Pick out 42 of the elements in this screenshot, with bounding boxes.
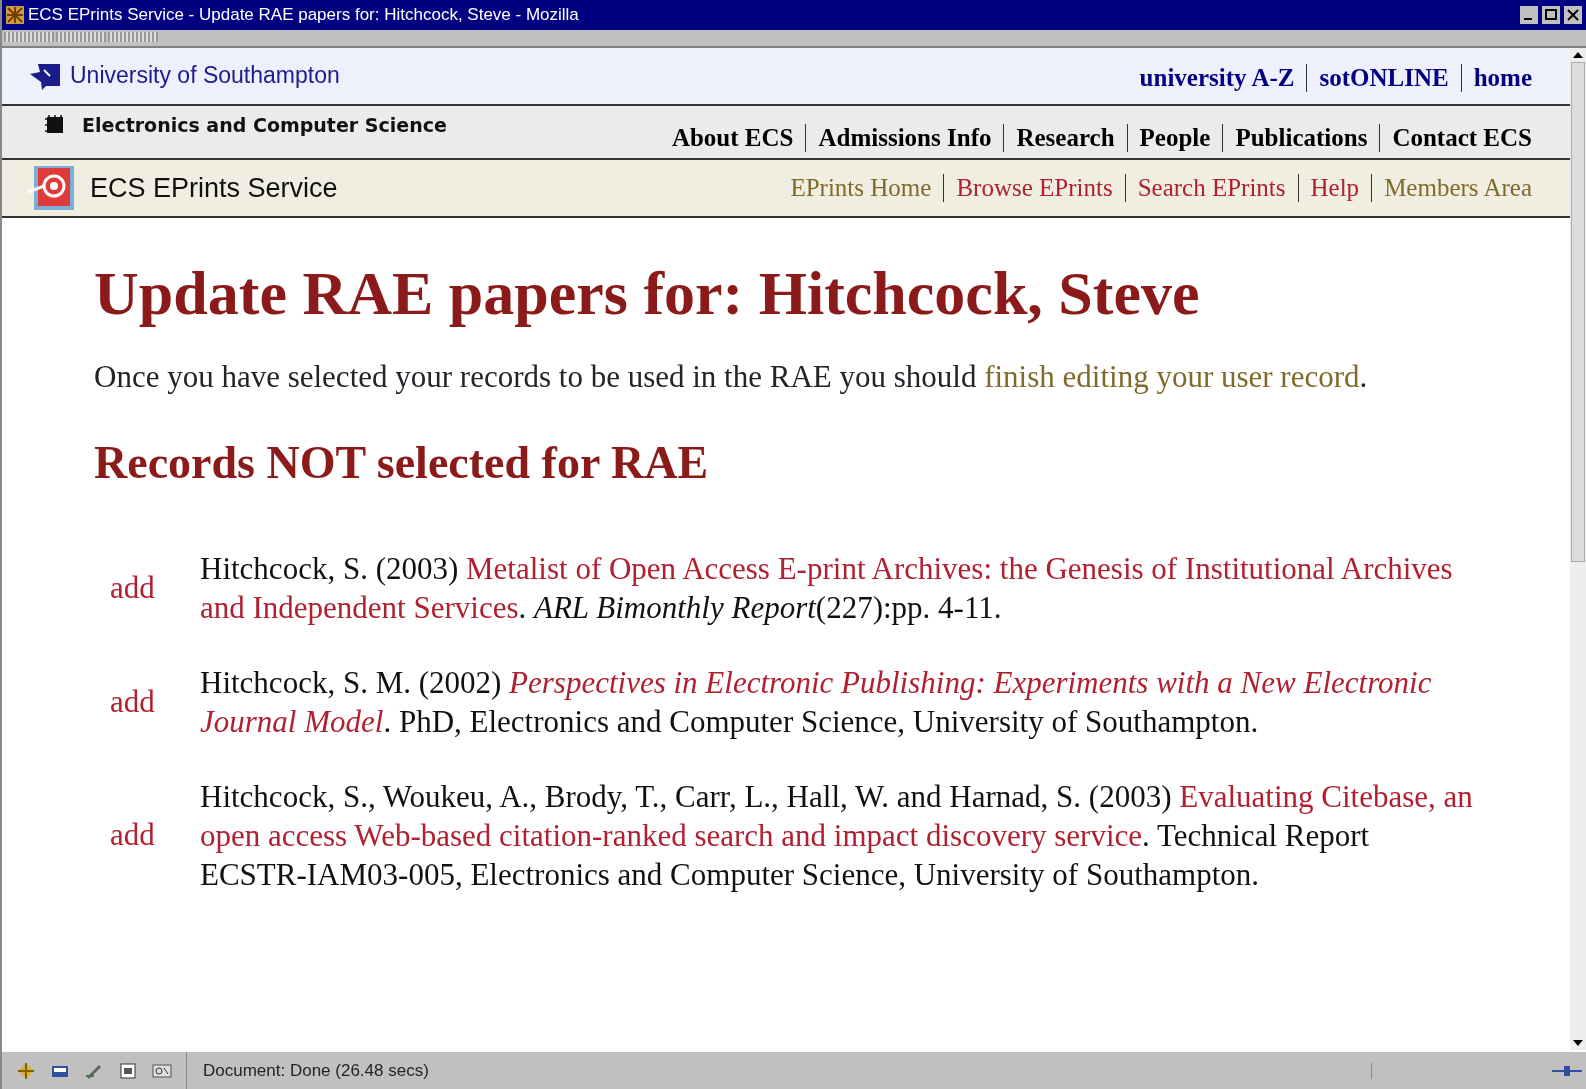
add-link[interactable]: add	[94, 812, 200, 859]
close-icon[interactable]	[1564, 6, 1582, 24]
navigator-icon[interactable]	[16, 1061, 36, 1080]
school-name[interactable]: Electronics and Computer Science	[82, 114, 447, 136]
nav-link[interactable]: Search EPrints	[1124, 174, 1298, 202]
toolbar-grip[interactable]	[56, 32, 106, 42]
citation-text: Hitchcock, S., Woukeu, A., Brody, T., Carr, L., Hall, W. and Harnad, S. (2003) Evaluating Citebase, an open access Web-based citation-ranked search and impact discovery service. Technical Report ECSTR-IAM03-005, Electronics and Computer Science, University of Southampton.	[200, 778, 1474, 894]
eprints-logo-icon	[28, 166, 74, 210]
add-link[interactable]: add	[94, 678, 200, 726]
nav-link[interactable]: Help	[1297, 174, 1372, 202]
add-link[interactable]: add	[94, 564, 200, 612]
citation-text: Hitchcock, S. M. (2002) Perspectives in Electronic Publishing: Experiments with a New Electronic Journal Model. PhD, Electronics and Computer Science, University of Southampton.	[200, 664, 1433, 741]
app-icon	[6, 6, 24, 24]
chip-icon	[44, 114, 66, 136]
page-heading: Update RAE papers for: Hitchcock, Steve	[94, 258, 1201, 329]
nav-link[interactable]: Members Area	[1371, 174, 1544, 202]
nav-link[interactable]: sotONLINE	[1306, 64, 1461, 92]
scrollbar[interactable]	[1570, 48, 1586, 1050]
nav-link[interactable]: About ECS	[659, 124, 806, 152]
minimize-icon[interactable]	[1520, 6, 1538, 24]
university-name[interactable]: University of Southampton	[70, 61, 340, 89]
nav-link[interactable]: Publications	[1222, 124, 1380, 152]
service-name[interactable]: ECS EPrints Service	[90, 172, 338, 204]
edit-record-link[interactable]: finish editing your user record	[984, 359, 1360, 394]
nav-link[interactable]: university A-Z	[1127, 64, 1307, 92]
maximize-icon[interactable]	[1542, 6, 1560, 24]
status-text: Document: Done (26.48 secs)	[202, 1060, 429, 1081]
nav-link[interactable]: EPrints Home	[778, 174, 944, 202]
toolbar-grip[interactable]	[4, 32, 54, 42]
nav-link[interactable]: People	[1126, 124, 1223, 152]
window-title: ECS EPrints Service - Update RAE papers for: Hitchcock, Steve - Mozilla	[28, 5, 579, 25]
nav-link[interactable]: Contact ECS	[1379, 124, 1544, 152]
nav-link[interactable]: Browse EPrints	[943, 174, 1125, 202]
nav-link[interactable]: home	[1460, 64, 1544, 92]
intro-text: Once you have selected your records to be used in the RAE you should finish editing your user record.	[94, 358, 1369, 396]
address-book-icon[interactable]	[118, 1061, 138, 1080]
nav-link[interactable]: Research	[1003, 124, 1127, 152]
citation-text: Hitchcock, S. (2003) Metalist of Open Access E-print Archives: the Genesis of Institutional Archives and Independent Services. ARL Bimonthly Report(227):pp. 4-11.	[200, 550, 1454, 627]
section-heading: Records NOT selected for RAE	[94, 436, 710, 489]
nav-link[interactable]: Admissions Info	[805, 124, 1004, 152]
toolbar-grip[interactable]	[108, 32, 158, 42]
composer-icon[interactable]	[152, 1061, 172, 1080]
